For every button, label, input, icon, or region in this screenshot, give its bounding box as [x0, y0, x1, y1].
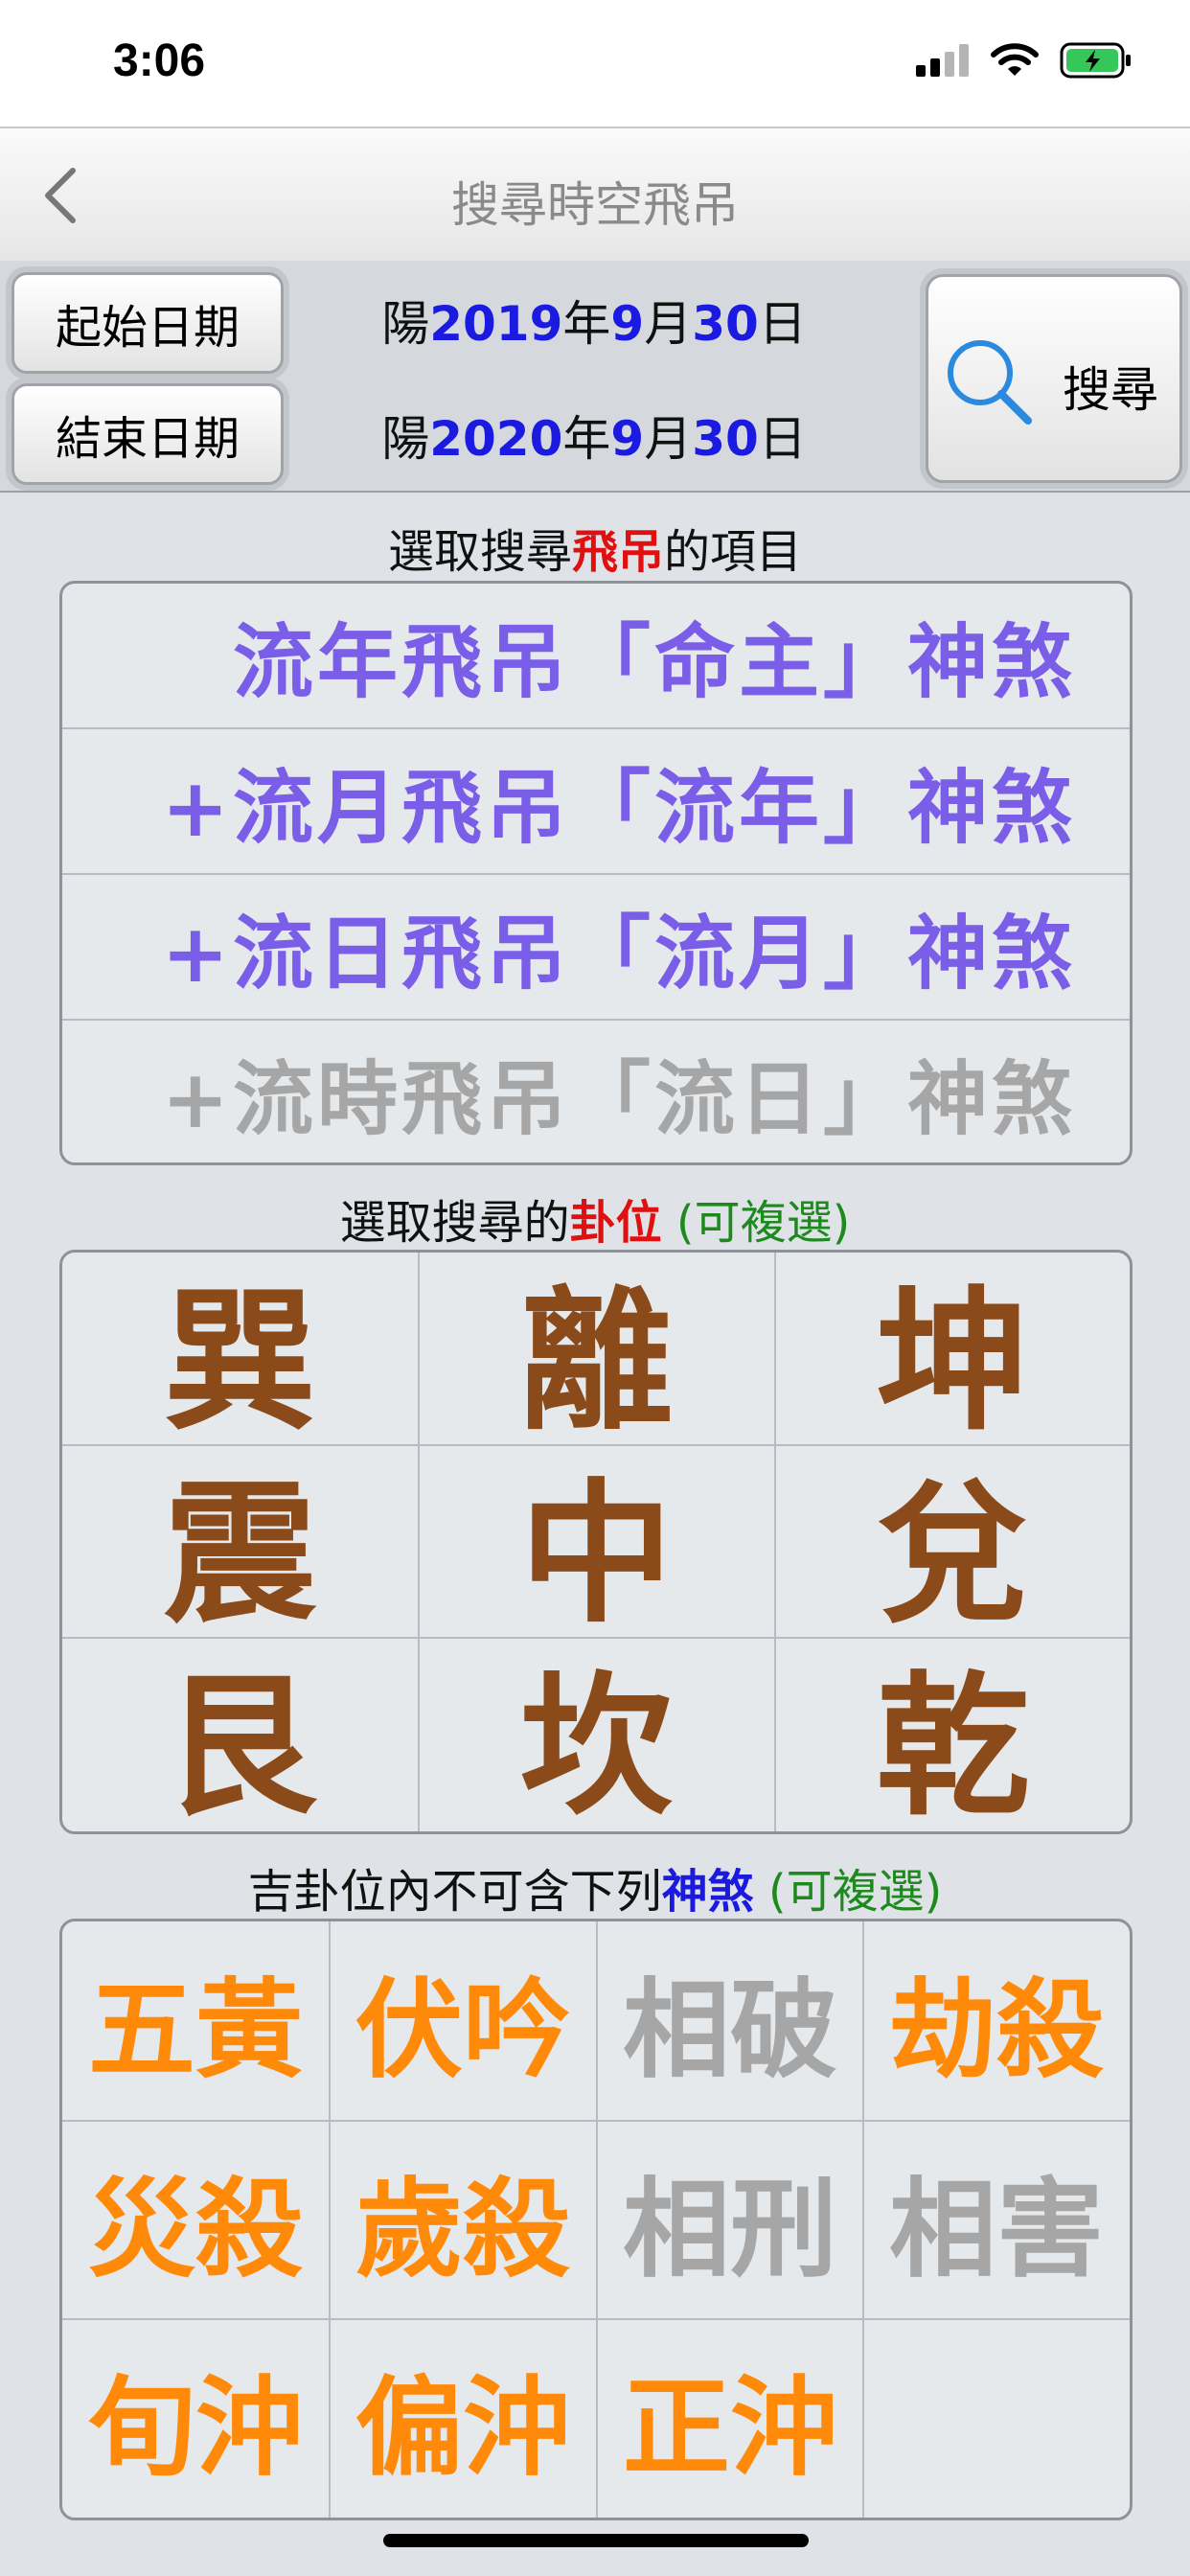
gua-gen[interactable]: 艮 [62, 1638, 418, 1831]
page-title: 搜尋時空飛吊 [451, 177, 739, 233]
start-date-button[interactable]: 起始日期 [11, 272, 284, 374]
shensha-grid: 五黃 伏吟 相破 劫殺 災殺 歲殺 相刑 相害 旬沖 偏沖 正沖 [59, 1919, 1133, 2520]
fly-items-list: 流年飛吊「命主」神煞 +流月飛吊「流年」神煞 +流日飛吊「流月」神煞 +流時飛吊… [59, 581, 1133, 1165]
status-icons [916, 42, 1133, 79]
gua-kun[interactable]: 坤 [775, 1253, 1130, 1451]
shensha-xiangpo[interactable]: 相破 [597, 1921, 863, 2120]
fly-item-hour-day[interactable]: +流時飛吊「流日」神煞 [62, 1021, 1130, 1162]
search-icon [948, 340, 1032, 425]
home-indicator[interactable] [383, 2534, 809, 2547]
battery-charging-icon [1060, 42, 1131, 79]
shensha-xunchong[interactable]: 旬沖 [62, 2319, 329, 2518]
fly-items-heading: 選取搜尋飛吊的項目 [387, 525, 803, 579]
shensha-zhengchong[interactable]: 正沖 [597, 2319, 863, 2518]
gua-heading: 選取搜尋的卦位 (可複選) [339, 1196, 851, 1250]
start-date-value: 陽2019年9月30日 [381, 296, 807, 352]
gua-grid: 巽 離 坤 震 中 兌 艮 坎 乾 [59, 1250, 1133, 1834]
shensha-xianghai[interactable]: 相害 [863, 2121, 1130, 2319]
shensha-fuyin[interactable]: 伏吟 [330, 1921, 596, 2120]
gua-xun[interactable]: 巽 [62, 1253, 418, 1451]
gua-zhen[interactable]: 震 [62, 1445, 418, 1644]
gua-li[interactable]: 離 [419, 1253, 774, 1451]
shensha-empty-cell [863, 2319, 1130, 2518]
shensha-suisha[interactable]: 歲殺 [330, 2121, 596, 2319]
fly-item-year-ming[interactable]: 流年飛吊「命主」神煞 [62, 584, 1130, 727]
fly-item-day-month[interactable]: +流日飛吊「流月」神煞 [62, 875, 1130, 1019]
date-panel: 起始日期 結束日期 陽2019年9月30日 陽2020年9月30日 搜尋 [0, 261, 1190, 493]
gua-qian[interactable]: 乾 [775, 1638, 1130, 1831]
end-date-value: 陽2020年9月30日 [381, 411, 807, 467]
status-bar: 3:06 [0, 0, 1190, 126]
cellular-signal-icon [916, 44, 969, 77]
shensha-heading: 吉卦位內不可含下列神煞 (可複選) [247, 1865, 943, 1919]
search-label: 搜尋 [1063, 362, 1158, 418]
shensha-zaisha[interactable]: 災殺 [62, 2121, 329, 2319]
gua-kan[interactable]: 坎 [419, 1638, 774, 1831]
gua-dui[interactable]: 兌 [775, 1445, 1130, 1644]
search-button[interactable]: 搜尋 [926, 274, 1182, 483]
fly-item-month-year[interactable]: +流月飛吊「流年」神煞 [62, 729, 1130, 873]
shensha-xiangxing[interactable]: 相刑 [597, 2121, 863, 2319]
navigation-bar: 搜尋時空飛吊 [0, 126, 1190, 264]
end-date-button[interactable]: 結束日期 [11, 383, 284, 485]
shensha-wuhuang[interactable]: 五黃 [62, 1921, 329, 2120]
shensha-pianchong[interactable]: 偏沖 [330, 2319, 596, 2518]
shensha-jiesha[interactable]: 劫殺 [863, 1921, 1130, 2120]
gua-zhong[interactable]: 中 [419, 1445, 774, 1644]
status-time: 3:06 [113, 35, 206, 86]
wifi-icon [991, 43, 1039, 76]
